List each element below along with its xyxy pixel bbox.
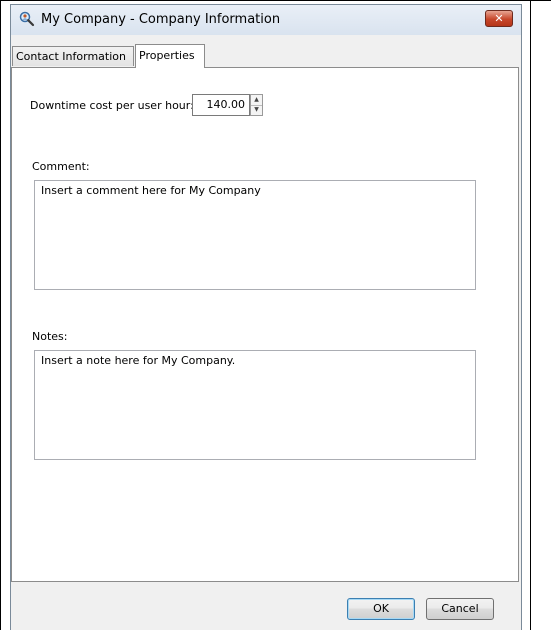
tab-contact-information[interactable]: Contact Information xyxy=(12,46,134,66)
close-icon: ✕ xyxy=(494,12,504,25)
window-title: My Company - Company Information xyxy=(41,12,281,27)
close-button[interactable]: ✕ xyxy=(485,10,513,27)
outer-frame-right xyxy=(530,0,531,630)
tab-label: Properties xyxy=(139,49,195,62)
title-bar[interactable]: My Company - Company Information ✕ xyxy=(11,5,521,35)
outer-frame-top xyxy=(0,0,551,1)
properties-panel: Downtime cost per user hour: 140.00 ▲ ▼ … xyxy=(11,67,519,582)
company-information-dialog: My Company - Company Information ✕ Conta… xyxy=(10,4,522,630)
ok-button[interactable]: OK xyxy=(347,598,415,620)
tab-properties[interactable]: Properties xyxy=(135,44,205,68)
downtime-cost-label: Downtime cost per user hour: xyxy=(30,99,194,112)
downtime-cost-input[interactable]: 140.00 xyxy=(192,94,250,116)
outer-frame-left xyxy=(0,0,1,630)
comment-textarea[interactable]: Insert a comment here for My Company xyxy=(34,180,476,290)
comment-label: Comment: xyxy=(32,160,90,173)
notes-textarea[interactable]: Insert a note here for My Company. xyxy=(34,350,476,460)
tab-label: Contact Information xyxy=(16,50,126,63)
downtime-cost-spinner: ▲ ▼ xyxy=(250,94,263,116)
notes-label: Notes: xyxy=(32,330,68,343)
magnifier-person-icon xyxy=(19,11,35,27)
cancel-button[interactable]: Cancel xyxy=(426,598,494,620)
spin-down-icon[interactable]: ▼ xyxy=(251,105,262,115)
